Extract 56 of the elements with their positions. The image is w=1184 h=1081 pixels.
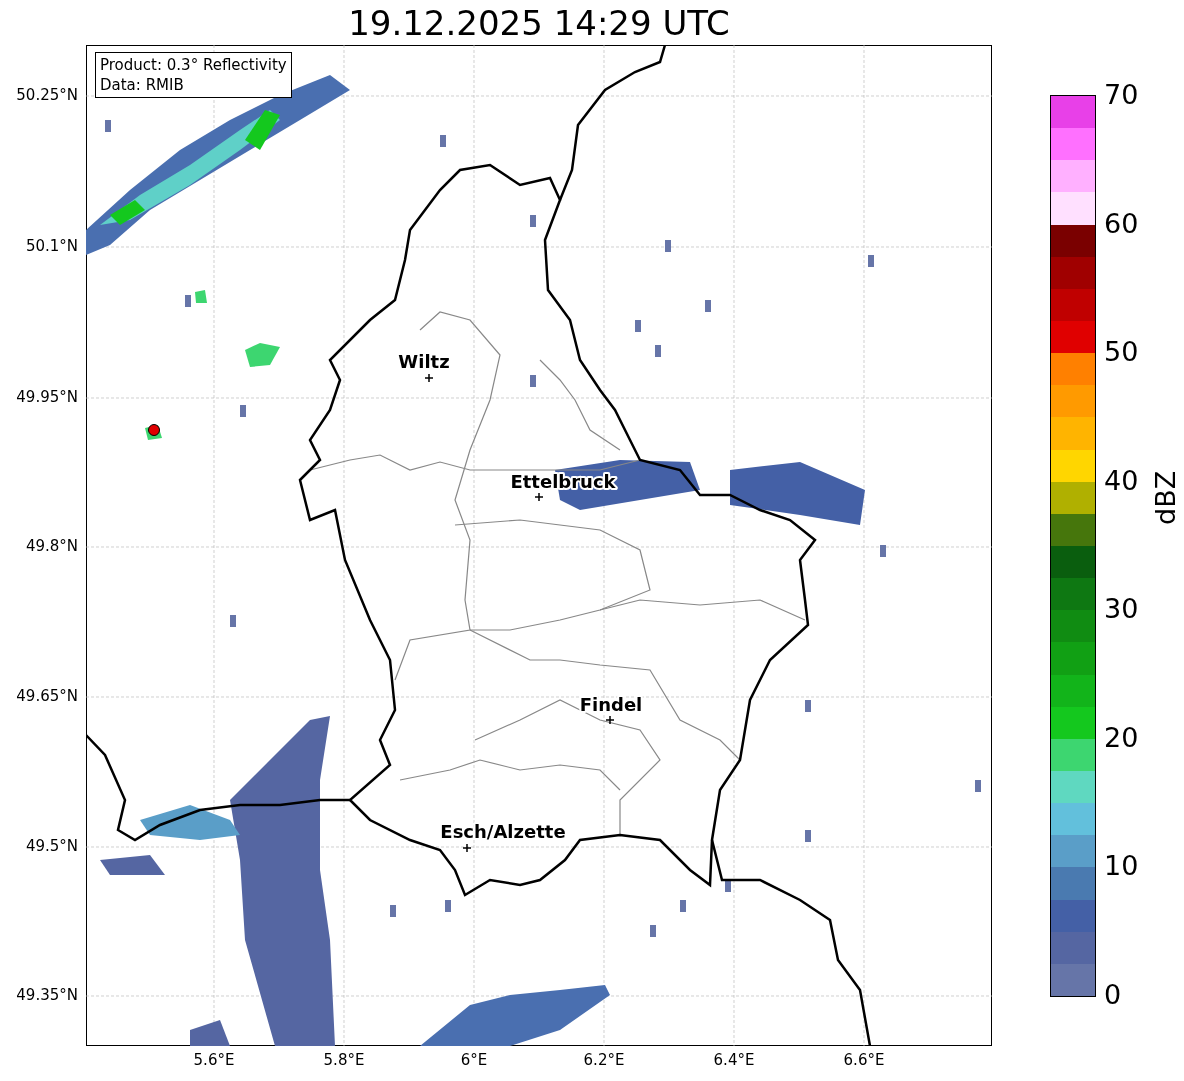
radar-echo bbox=[805, 700, 811, 712]
radar-echo bbox=[680, 900, 686, 912]
radar-site-marker bbox=[148, 424, 160, 436]
city-marker bbox=[605, 715, 615, 725]
city-label: Wiltz bbox=[398, 351, 450, 372]
info-text: Product: 0.3° Reflectivity bbox=[100, 55, 287, 75]
colorbar-tick-label: 20 bbox=[1104, 722, 1139, 753]
radar-echo bbox=[705, 300, 711, 312]
longitude-label: 6.2°E bbox=[582, 1051, 626, 1069]
map-title: 19.12.2025 14:29 UTC bbox=[348, 2, 730, 43]
radar-echo bbox=[530, 375, 536, 387]
colorbar-tick-label: 70 bbox=[1104, 80, 1139, 110]
city-marker bbox=[534, 492, 544, 502]
longitude-label: 5.6°E bbox=[192, 1051, 236, 1069]
info-text: Data: RMIB bbox=[100, 75, 185, 95]
colorbar-tick-label: 10 bbox=[1104, 851, 1139, 882]
city-label: Findel bbox=[579, 694, 643, 715]
colorbar-label: dBZ bbox=[1150, 470, 1181, 525]
longitude-label: 6°E bbox=[459, 1051, 489, 1069]
radar-echo bbox=[445, 900, 451, 912]
radar-echo bbox=[650, 925, 656, 937]
radar-echo bbox=[390, 905, 396, 917]
radar-echo bbox=[245, 343, 280, 367]
radar-echo bbox=[868, 255, 874, 267]
radar-echo bbox=[230, 615, 236, 627]
latitude-label: 49.95°N bbox=[16, 388, 78, 406]
latitude-label: 49.35°N bbox=[16, 986, 78, 1004]
city-label: Esch/Alzette bbox=[440, 821, 566, 842]
colorbar-tick-label: 60 bbox=[1104, 208, 1139, 239]
colorbar-tick-label: 40 bbox=[1104, 465, 1139, 496]
longitude-label: 6.4°E bbox=[712, 1051, 756, 1069]
radar-echo bbox=[805, 830, 811, 842]
latitude-label: 49.8°N bbox=[25, 537, 78, 555]
longitude-label: 6.6°E bbox=[842, 1051, 886, 1069]
radar-echo bbox=[665, 240, 671, 252]
city-marker bbox=[462, 843, 472, 853]
longitude-label: 5.8°E bbox=[322, 1051, 366, 1069]
latitude-label: 50.25°N bbox=[16, 86, 78, 104]
latitude-label: 50.1°N bbox=[25, 237, 78, 255]
radar-echo bbox=[530, 215, 536, 227]
city-marker bbox=[424, 373, 434, 383]
radar-echo bbox=[725, 880, 731, 892]
latitude-label: 49.65°N bbox=[16, 687, 78, 705]
colorbar-tick-label: 30 bbox=[1104, 594, 1139, 625]
radar-echo bbox=[185, 295, 191, 307]
radar-echo bbox=[975, 780, 981, 792]
radar-echo bbox=[240, 405, 246, 417]
colorbar-tick-label: 0 bbox=[1104, 980, 1122, 1010]
colorbar-tick-label: 50 bbox=[1104, 337, 1139, 368]
radar-echo bbox=[655, 345, 661, 357]
radar-echo bbox=[100, 855, 165, 875]
radar-echo bbox=[635, 320, 641, 332]
radar-echo bbox=[195, 290, 207, 303]
latitude-label: 49.5°N bbox=[25, 837, 78, 855]
radar-echo bbox=[440, 135, 446, 147]
radar-echo bbox=[880, 545, 886, 557]
